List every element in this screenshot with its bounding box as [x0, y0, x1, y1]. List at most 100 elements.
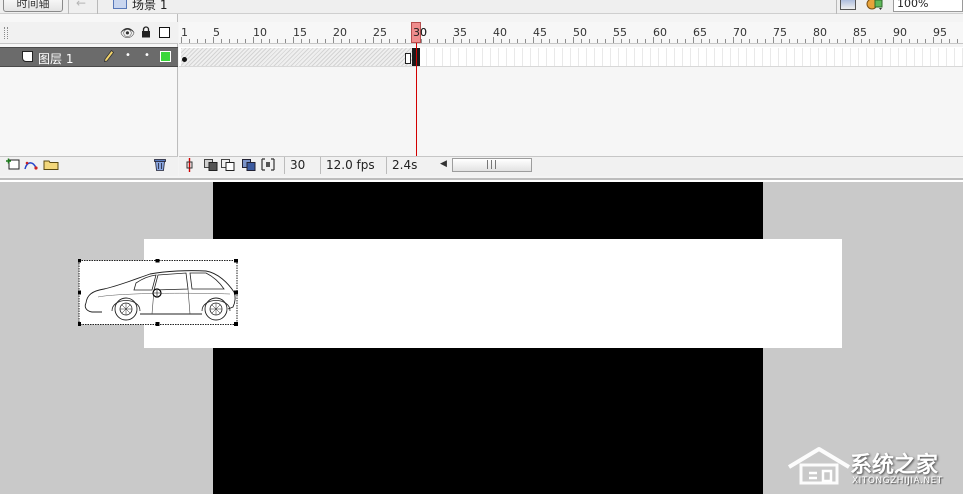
- trash-icon[interactable]: [154, 158, 166, 171]
- end-frame-marker[interactable]: [405, 53, 411, 64]
- ruler-tick: [605, 39, 606, 43]
- ruler-number: 80: [813, 26, 827, 39]
- ruler-tick: [405, 39, 406, 43]
- timeline-toggle-button[interactable]: 时间轴: [3, 0, 63, 12]
- frame-ruler[interactable]: 15101520253035404550556065707580859095: [179, 22, 963, 44]
- modify-onion-markers-icon[interactable]: [261, 158, 275, 171]
- ruler-tick: [493, 37, 494, 43]
- ruler-tick: [637, 39, 638, 43]
- ruler-tick: [741, 39, 742, 43]
- ruler-tick: [645, 39, 646, 43]
- ruler-tick: [285, 39, 286, 43]
- ruler-tick: [621, 39, 622, 43]
- ruler-tick: [389, 39, 390, 43]
- scrollbar-grip[interactable]: [487, 160, 496, 169]
- toolbar-divider: [97, 0, 98, 14]
- ruler-number: 90: [893, 26, 907, 39]
- ruler-tick: [341, 39, 342, 43]
- ruler-tick: [197, 39, 198, 43]
- insert-folder-icon[interactable]: [43, 159, 59, 170]
- ruler-tick: [789, 39, 790, 43]
- outline-icon[interactable]: [159, 27, 170, 38]
- ruler-tick: [485, 39, 486, 43]
- edit-scene-icon[interactable]: [840, 0, 856, 10]
- ruler-tick: [189, 39, 190, 43]
- ruler-tick: [925, 39, 926, 43]
- ruler-tick: [525, 39, 526, 43]
- scroll-left-arrow-icon[interactable]: ◀: [440, 159, 447, 169]
- ruler-number: 15: [293, 26, 307, 39]
- back-arrow-icon[interactable]: ←: [76, 0, 90, 9]
- white-banner-shape[interactable]: [144, 239, 842, 348]
- edit-multiple-frames-icon[interactable]: [242, 159, 256, 171]
- ruler-tick: [901, 39, 902, 43]
- pencil-icon: [104, 50, 114, 62]
- layers-header: [0, 22, 178, 44]
- ruler-tick: [509, 39, 510, 43]
- ruler-tick: [717, 39, 718, 43]
- ruler-tick: [181, 37, 182, 43]
- scene-breadcrumb[interactable]: 场景 1: [132, 0, 167, 13]
- elapsed-time-field: 2.4s: [386, 157, 430, 174]
- ruler-tick: [677, 39, 678, 43]
- empty-frames[interactable]: [419, 48, 963, 66]
- lock-icon[interactable]: [141, 26, 151, 38]
- ruler-tick: [573, 37, 574, 43]
- insert-layer-icon[interactable]: [6, 158, 20, 170]
- ruler-tick: [589, 39, 590, 43]
- onion-skin-outlines-icon[interactable]: [221, 159, 235, 171]
- ruler-tick: [877, 39, 878, 43]
- ruler-tick: [221, 39, 222, 43]
- ruler-tick: [821, 39, 822, 43]
- watermark-logo-icon: [787, 447, 851, 485]
- ruler-tick: [237, 39, 238, 43]
- ruler-tick: [461, 39, 462, 43]
- layer-outline-color[interactable]: [160, 51, 171, 62]
- ruler-tick: [429, 39, 430, 43]
- panel-grip[interactable]: [4, 27, 8, 39]
- ruler-tick: [869, 39, 870, 43]
- zoom-input[interactable]: 100%: [893, 0, 963, 12]
- watermark-title: 系统之家: [850, 453, 939, 478]
- ruler-tick: [733, 37, 734, 43]
- ruler-tick: [301, 39, 302, 43]
- ruler-number: 5: [213, 26, 220, 39]
- watermark-url: XITONGZHIJIA.NET: [852, 476, 943, 486]
- ruler-tick: [805, 39, 806, 43]
- ruler-number: 75: [773, 26, 787, 39]
- frames-empty-area: [179, 67, 963, 156]
- ruler-tick: [813, 37, 814, 43]
- ruler-tick: [293, 37, 294, 43]
- ruler-tick: [941, 39, 942, 43]
- ruler-tick: [277, 39, 278, 43]
- keyframe-marker[interactable]: [182, 57, 187, 62]
- ruler-tick: [709, 39, 710, 43]
- current-frame-field[interactable]: 30: [284, 157, 316, 174]
- edit-symbols-icon[interactable]: [866, 0, 884, 11]
- eye-icon[interactable]: 👁: [120, 26, 135, 40]
- ruler-tick: [909, 39, 910, 43]
- ruler-tick: [269, 39, 270, 43]
- ruler-tick: [325, 39, 326, 43]
- layer-name[interactable]: 图层 1: [38, 50, 73, 67]
- ruler-tick: [949, 39, 950, 43]
- car-icon[interactable]: [78, 259, 238, 326]
- ruler-number: 95: [933, 26, 947, 39]
- layer-lock-dot[interactable]: •: [144, 50, 150, 61]
- playhead-line: [416, 43, 417, 156]
- toolbar-divider: [68, 0, 69, 14]
- onion-skin-icon[interactable]: [204, 159, 218, 171]
- frame-rate-field[interactable]: 12.0 fps: [320, 157, 382, 174]
- tween-frames[interactable]: [181, 48, 413, 66]
- add-motion-guide-icon[interactable]: [24, 158, 38, 170]
- ruler-tick: [445, 39, 446, 43]
- ruler-number: 65: [693, 26, 707, 39]
- layer-visibility-dot[interactable]: •: [125, 50, 131, 61]
- ruler-tick: [661, 39, 662, 43]
- center-frame-icon[interactable]: [185, 158, 194, 172]
- ruler-tick: [837, 39, 838, 43]
- ruler-number: 60: [653, 26, 667, 39]
- ruler-tick: [557, 39, 558, 43]
- ruler-tick: [381, 39, 382, 43]
- ruler-tick: [845, 39, 846, 43]
